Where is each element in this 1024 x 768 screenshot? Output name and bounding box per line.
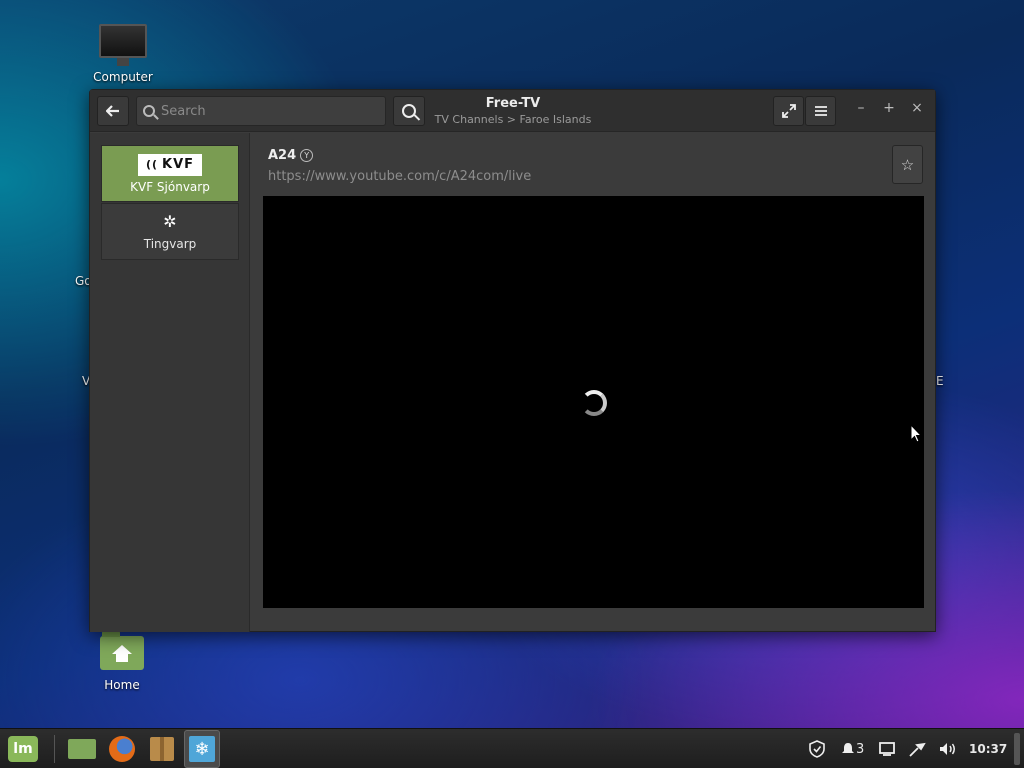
- taskbar-app-firefox[interactable]: [107, 734, 137, 764]
- free-tv-app-icon: ❄: [189, 736, 215, 762]
- window-title-block: Free-TV TV Channels > Faroe Islands: [430, 96, 596, 126]
- volume-icon: [940, 743, 955, 755]
- search-icon: [402, 104, 416, 118]
- youtube-badge-icon: Y: [300, 149, 314, 162]
- menu-button[interactable]: lm: [8, 736, 38, 762]
- taskbar-app-files[interactable]: [67, 734, 97, 764]
- desktop-icon-home[interactable]: Home: [82, 631, 162, 692]
- taskbar: lm ❄ 3 10:37: [0, 728, 1024, 768]
- favorite-button[interactable]: ☆: [892, 145, 923, 184]
- tray-volume[interactable]: [938, 729, 958, 768]
- tray-shield[interactable]: [808, 729, 826, 768]
- hamburger-icon: [814, 106, 827, 116]
- channel-title: A24: [268, 148, 297, 163]
- maximize-button[interactable]: +: [880, 100, 898, 116]
- show-desktop-button[interactable]: [1014, 733, 1020, 765]
- home-folder-icon: [100, 631, 144, 670]
- desktop-icon-computer[interactable]: Computer: [83, 24, 163, 84]
- search-input[interactable]: [161, 103, 371, 119]
- window-title: Free-TV: [485, 96, 541, 111]
- fullscreen-button[interactable]: [773, 96, 804, 126]
- notification-count: 3: [856, 741, 865, 757]
- folder-icon: [68, 739, 96, 759]
- channel-label: Tingvarp: [143, 237, 197, 251]
- search-button[interactable]: [393, 96, 425, 126]
- computer-icon: [99, 24, 147, 66]
- expand-icon: [781, 104, 796, 118]
- clock[interactable]: 10:37: [969, 729, 1007, 768]
- display-icon: [879, 742, 895, 756]
- tingvarp-logo-icon: ✲: [163, 212, 177, 231]
- mouse-cursor-icon: [910, 424, 922, 443]
- current-channel-name: A24 Y: [268, 148, 314, 163]
- desktop-label-fragment: E: [936, 374, 944, 388]
- loading-spinner-icon: [581, 390, 607, 416]
- taskbar-app-package-manager[interactable]: [147, 734, 177, 764]
- back-button[interactable]: [97, 96, 129, 126]
- minimize-button[interactable]: –: [852, 100, 870, 116]
- menu-button[interactable]: [805, 96, 836, 126]
- close-button[interactable]: ×: [908, 100, 926, 116]
- firefox-icon: [109, 736, 135, 762]
- channel-label: KVF Sjónvarp: [130, 179, 210, 194]
- channel-url: https://www.youtube.com/c/A24com/live: [268, 169, 532, 184]
- video-player[interactable]: [263, 196, 924, 608]
- free-tv-window: Free-TV TV Channels > Faroe Islands – + …: [89, 89, 936, 632]
- shield-icon: [809, 740, 825, 758]
- channel-item-kvf[interactable]: ((KVF KVF Sjónvarp: [101, 145, 239, 202]
- mint-logo-icon: lm: [13, 741, 33, 757]
- taskbar-separator: [54, 735, 55, 763]
- tray-network[interactable]: [908, 729, 926, 768]
- search-icon: [143, 105, 155, 117]
- channel-list: ((KVF KVF Sjónvarp ✲ Tingvarp: [90, 133, 250, 632]
- network-icon: [909, 742, 926, 757]
- tray-display[interactable]: [878, 729, 896, 768]
- header-bar: Free-TV TV Channels > Faroe Islands – + …: [90, 90, 935, 132]
- notification-icon: [842, 743, 854, 753]
- kvf-logo-text: KVF: [162, 157, 195, 172]
- back-arrow-icon: [106, 105, 119, 117]
- kvf-logo: ((KVF: [138, 153, 202, 176]
- tray-notifications[interactable]: 3: [840, 729, 864, 768]
- star-icon: ☆: [900, 155, 915, 174]
- package-icon: [150, 737, 174, 761]
- breadcrumb: TV Channels > Faroe Islands: [434, 113, 592, 126]
- channel-item-tingvarp[interactable]: ✲ Tingvarp: [101, 203, 239, 260]
- desktop-icon-label: Computer: [93, 70, 153, 84]
- taskbar-app-free-tv[interactable]: ❄: [184, 730, 220, 768]
- desktop-icon-label: Home: [104, 678, 140, 692]
- search-field[interactable]: [136, 96, 386, 126]
